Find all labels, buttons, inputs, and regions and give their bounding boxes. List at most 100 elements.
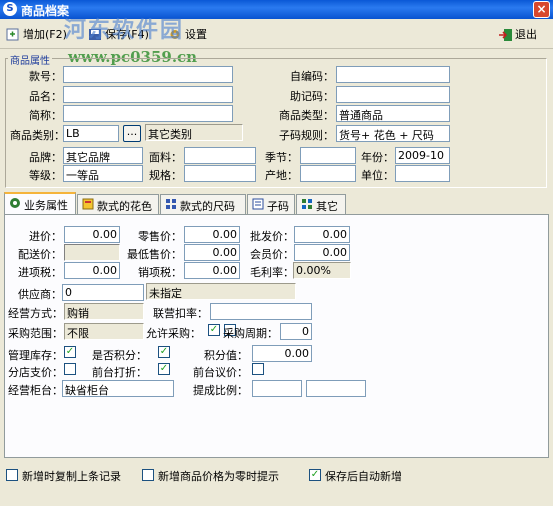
subcode-rule-label: 子码规则： (279, 129, 334, 142)
joint-rate-input[interactable] (210, 303, 312, 320)
auto-add-checkbox[interactable]: ✓ (309, 469, 321, 481)
delivery-price-label: 配送价： (18, 248, 62, 261)
category-code-input[interactable]: LB (63, 125, 119, 142)
fabric-input[interactable] (184, 147, 256, 164)
commission-input-a[interactable] (252, 380, 302, 397)
mnemonic-input[interactable] (336, 86, 450, 103)
color-icon (82, 198, 94, 213)
points-value-label: 积分值： (204, 349, 248, 362)
size-icon (165, 198, 177, 213)
supplier-label: 供应商： (18, 288, 62, 301)
category-browse-button[interactable]: ... (123, 125, 141, 142)
output-tax-label: 销项税： (138, 266, 182, 279)
window-title: 商品档案 (21, 4, 70, 18)
wholesale-price-input[interactable]: 0.00 (294, 226, 350, 243)
bargain-label: 前台议价： (193, 366, 248, 379)
exit-door-icon (498, 28, 512, 41)
copy-last-label: 新增时复制上条记录 (22, 470, 121, 483)
branch-price-label: 分店支价： (8, 366, 63, 379)
allow-purchase-checkbox[interactable]: ✓ (208, 324, 220, 336)
add-button[interactable]: 增加(F2) (6, 26, 67, 42)
mode-select[interactable]: 购销 (64, 303, 144, 320)
points-checkbox[interactable]: ✓ (158, 346, 170, 358)
scope-select[interactable]: 不限 (64, 323, 144, 340)
season-input[interactable] (300, 147, 356, 164)
discount-label: 前台打折： (92, 366, 147, 379)
joint-rate-label: 联营扣率： (153, 307, 208, 320)
selfcode-input[interactable] (336, 66, 450, 83)
manage-stock-label: 管理库存： (8, 349, 63, 362)
settings-label: 设置 (185, 28, 207, 41)
close-button[interactable]: × (533, 1, 550, 18)
counter-label: 经营柜台： (8, 384, 63, 397)
counter-select[interactable]: 缺省柜台 (62, 380, 174, 397)
mode-label: 经营方式： (8, 307, 63, 320)
purchase-price-input[interactable]: 0.00 (64, 226, 120, 243)
delivery-price-input (64, 244, 120, 261)
unit-label: 单位： (361, 169, 394, 182)
unit-input[interactable] (395, 165, 450, 182)
input-tax-input[interactable]: 0.00 (64, 262, 120, 279)
exit-label: 退出 (515, 28, 537, 41)
app-icon: S (3, 2, 17, 16)
min-price-input[interactable]: 0.00 (184, 244, 240, 261)
output-tax-input[interactable]: 0.00 (184, 262, 240, 279)
code-label: 款号： (29, 70, 62, 83)
season-label: 季节： (265, 151, 298, 164)
min-price-label: 最低售价： (127, 248, 182, 261)
exit-button[interactable]: 退出 (498, 26, 537, 42)
cycle-label: 采购周期： (223, 327, 278, 340)
tab-sizes-label: 款式的尺码 (180, 200, 235, 213)
tab-subcode[interactable]: 子码 (247, 194, 295, 214)
tab-other[interactable]: 其它 (296, 194, 346, 214)
bargain-checkbox[interactable] (252, 363, 264, 375)
retail-price-input[interactable]: 0.00 (184, 226, 240, 243)
brand-select[interactable]: 其它品牌 (63, 147, 143, 164)
spec-input[interactable] (184, 165, 256, 182)
grade-select[interactable]: 一等品 (63, 165, 143, 182)
supplier-name: 未指定 (146, 283, 296, 300)
code-input[interactable] (63, 66, 233, 83)
name-label: 品名： (29, 90, 62, 103)
short-name-label: 简称： (29, 109, 62, 122)
tab-business-label: 业务属性 (24, 199, 68, 212)
year-input[interactable]: 2009-10 (395, 147, 450, 164)
type-select[interactable]: 普通商品 (336, 105, 450, 122)
member-price-input[interactable]: 0.00 (294, 244, 350, 261)
selfcode-label: 自编码： (290, 70, 334, 83)
tab-other-label: 其它 (316, 200, 338, 213)
purchase-price-label: 进价： (29, 230, 62, 243)
brand-label: 品牌： (29, 151, 62, 164)
branch-price-checkbox[interactable] (64, 363, 76, 375)
watermark-title: 河东软件园 (64, 17, 185, 43)
supplier-code-input[interactable]: 0 (62, 284, 144, 301)
copy-last-checkbox[interactable] (6, 469, 18, 481)
retail-price-label: 零售价： (138, 230, 182, 243)
subcode-rule-select[interactable]: 货号+ 花色 + 尺码 (336, 125, 450, 142)
allow-purchase-label: 允许采购： (146, 327, 201, 340)
origin-input[interactable] (300, 165, 356, 182)
category-label: 商品类别： (10, 129, 65, 142)
name-input[interactable] (63, 86, 233, 103)
tab-sizes[interactable]: 款式的尺码 (160, 194, 246, 214)
mnemonic-label: 助记码： (290, 90, 334, 103)
year-label: 年份： (361, 151, 394, 164)
short-name-input[interactable] (63, 105, 233, 122)
points-label: 是否积分： (92, 349, 147, 362)
business-icon (9, 197, 21, 212)
tab-colors[interactable]: 款式的花色 (77, 194, 159, 214)
input-tax-label: 进项税： (18, 266, 62, 279)
commission-input-b[interactable] (306, 380, 366, 397)
tab-colors-label: 款式的花色 (97, 200, 152, 213)
points-value-input[interactable]: 0.00 (252, 345, 312, 362)
category-name: 其它类别 (145, 124, 243, 141)
commission-label: 提成比例： (193, 384, 248, 397)
cycle-input[interactable]: 0 (280, 323, 312, 340)
discount-checkbox[interactable]: ✓ (158, 363, 170, 375)
origin-label: 产地： (265, 169, 298, 182)
margin-label: 毛利率： (250, 266, 294, 279)
zero-price-checkbox[interactable] (142, 469, 154, 481)
manage-stock-checkbox[interactable]: ✓ (64, 346, 76, 358)
tab-business[interactable]: 业务属性 (4, 192, 76, 215)
fabric-label: 面料： (149, 151, 182, 164)
